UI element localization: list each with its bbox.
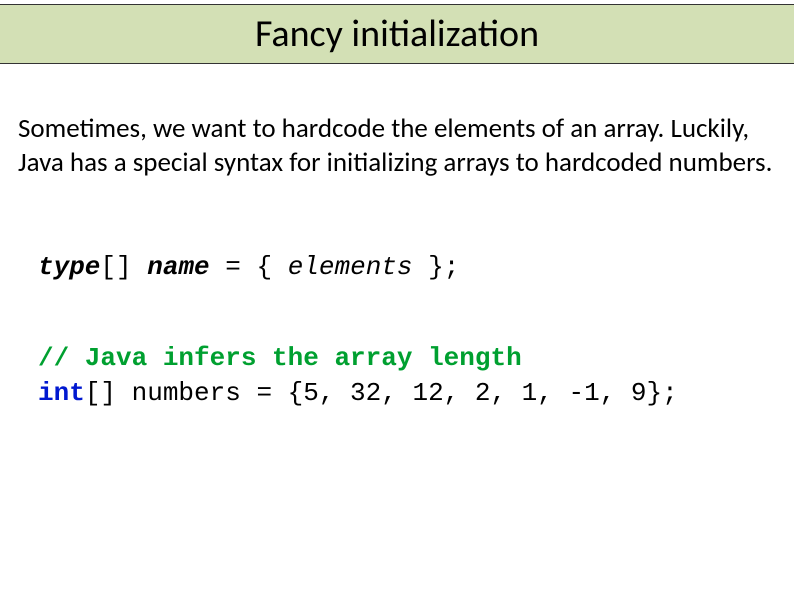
code-line: int[] numbers = {5, 32, 12, 2, 1, -1, 9}… bbox=[38, 376, 776, 411]
syntax-brackets: [] bbox=[100, 252, 131, 282]
code-keyword: int bbox=[38, 378, 85, 408]
syntax-type: type bbox=[38, 252, 100, 282]
slide-title: Fancy initialization bbox=[0, 11, 794, 57]
intro-paragraph: Sometimes, we want to hardcode the eleme… bbox=[18, 112, 776, 180]
code-example: // Java infers the array length int[] nu… bbox=[38, 341, 776, 411]
content-area: Sometimes, we want to hardcode the eleme… bbox=[0, 64, 794, 411]
syntax-template: type[] name = { elements }; bbox=[38, 250, 776, 285]
syntax-elements: elements bbox=[288, 252, 413, 282]
syntax-closing: }; bbox=[413, 252, 460, 282]
syntax-equals: = { bbox=[210, 252, 288, 282]
title-bar: Fancy initialization bbox=[0, 4, 794, 64]
code-comment: // Java infers the array length bbox=[38, 341, 776, 376]
syntax-name: name bbox=[147, 252, 209, 282]
code-rest: [] numbers = {5, 32, 12, 2, 1, -1, 9}; bbox=[85, 378, 678, 408]
